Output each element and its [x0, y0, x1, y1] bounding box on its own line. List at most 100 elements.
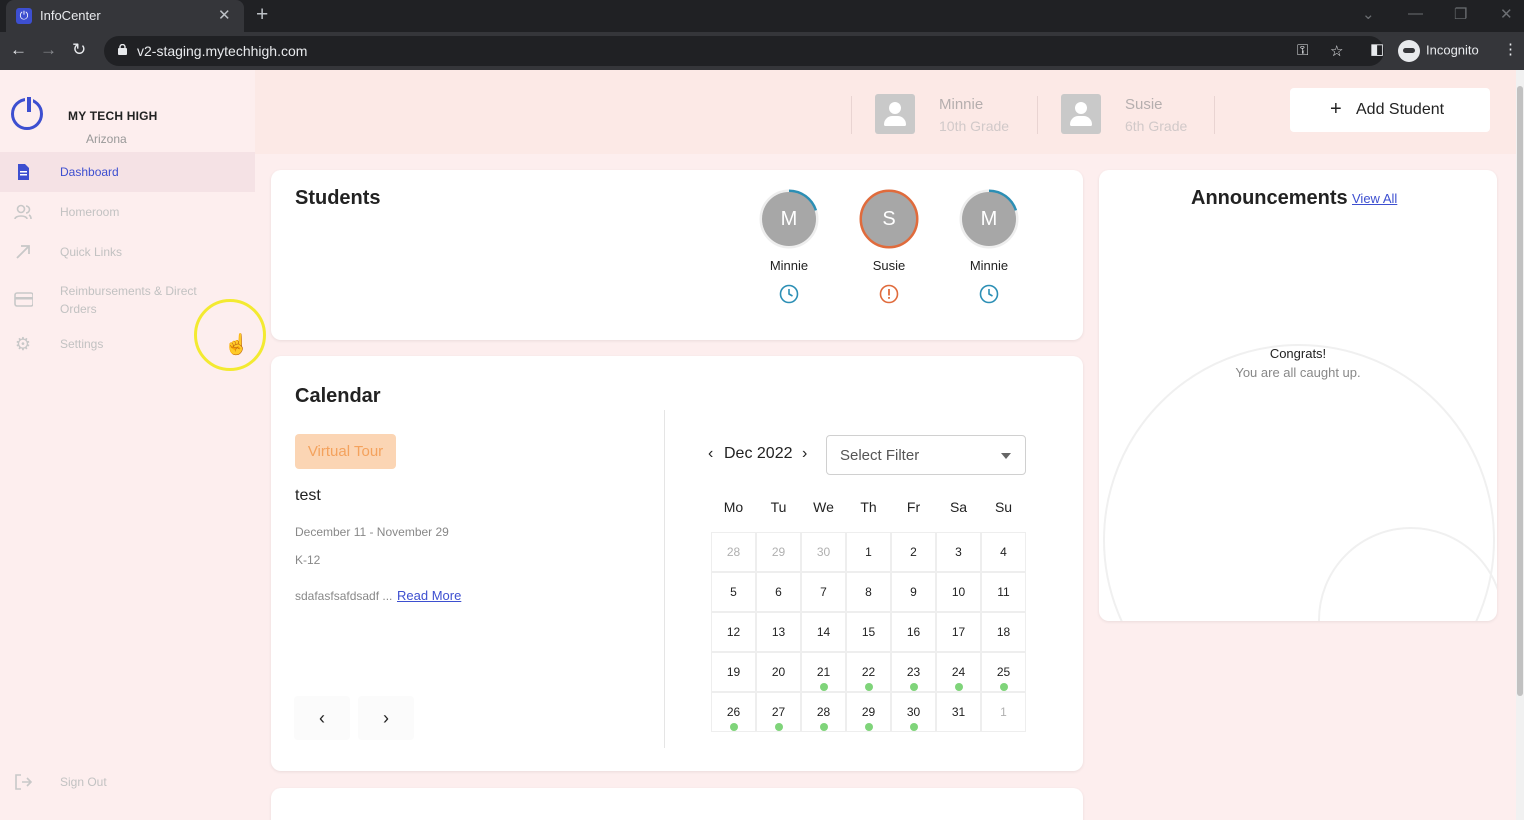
student-initial: M [762, 192, 816, 246]
calendar-day[interactable]: 2 [891, 532, 936, 572]
reload-icon[interactable]: ↻ [72, 40, 86, 60]
event-dot [865, 683, 873, 691]
student-avatar-icon[interactable] [1061, 94, 1101, 134]
header-student-name[interactable]: Susie [1125, 96, 1163, 113]
calendar-day[interactable]: 16 [891, 612, 936, 652]
calendar-day[interactable]: 5 [711, 572, 756, 612]
calendar-day[interactable]: 30 [801, 532, 846, 572]
calendar-day[interactable]: 9 [891, 572, 936, 612]
calendar-day[interactable]: 24 [936, 652, 981, 692]
power-logo-icon[interactable] [11, 95, 43, 130]
calendar-day[interactable]: 11 [981, 572, 1026, 612]
calendar-day[interactable]: 1 [846, 532, 891, 572]
calendar-day[interactable]: 20 [756, 652, 801, 692]
day-number: 13 [771, 625, 786, 639]
day-number: 14 [816, 625, 831, 639]
incognito-label: Incognito [1426, 42, 1479, 58]
sign-out-button[interactable]: Sign Out [0, 762, 255, 802]
calendar-divider [664, 410, 665, 748]
calendar-day[interactable]: 8 [846, 572, 891, 612]
incognito-indicator[interactable]: Incognito [1398, 40, 1479, 62]
back-icon[interactable]: ← [10, 40, 27, 60]
next-month-icon[interactable]: › [802, 445, 807, 463]
scrollbar-thumb[interactable] [1517, 86, 1523, 696]
sidebar-item-dashboard[interactable]: Dashboard [0, 152, 255, 192]
browser-toolbar: ← → ↻ v2-staging.mytechhigh.com ⚿ ☆ ◧ ⋮ [0, 32, 1524, 70]
next-event-button[interactable]: › [358, 696, 414, 740]
event-tag[interactable]: Virtual Tour [295, 434, 396, 469]
header-divider [851, 96, 852, 134]
calendar-day[interactable]: 23 [891, 652, 936, 692]
new-tab-button[interactable]: + [256, 3, 268, 27]
star-icon[interactable]: ☆ [1330, 42, 1343, 60]
event-excerpt: sdafasfsafdsadf ... [295, 589, 393, 603]
calendar-day[interactable]: 1 [981, 692, 1026, 732]
calendar-filter-select[interactable]: Select Filter [826, 435, 1026, 475]
forward-icon[interactable]: → [40, 40, 57, 60]
calendar-day[interactable]: 26 [711, 692, 756, 732]
sidebar-item-homeroom[interactable]: Homeroom [0, 192, 255, 232]
student-progress-avatar[interactable]: M [759, 189, 819, 249]
student-progress-avatar[interactable]: S [859, 189, 919, 249]
student-avatar-icon[interactable] [875, 94, 915, 134]
view-all-link[interactable]: View All [1352, 191, 1397, 206]
event-dot [1000, 683, 1008, 691]
day-number: 4 [1000, 545, 1007, 559]
gear-icon: ⚙ [14, 334, 32, 354]
student-initial: S [862, 192, 916, 246]
minimize-icon[interactable]: — [1408, 5, 1423, 22]
calendar-day[interactable]: 19 [711, 652, 756, 692]
add-student-button[interactable]: + Add Student [1290, 88, 1490, 132]
prev-event-button[interactable]: ‹ [294, 696, 350, 740]
calendar-day[interactable]: 10 [936, 572, 981, 612]
sidebar-item-quick-links[interactable]: Quick Links [0, 232, 255, 272]
browser-tab-bar: ⏻ InfoCenter ✕ + ⌄ — ❐ ✕ [0, 0, 1524, 32]
hand-cursor-icon: ☝ [224, 334, 249, 356]
url-text[interactable]: v2-staging.mytechhigh.com [137, 43, 307, 59]
student-progress-avatar[interactable]: M [959, 189, 1019, 249]
clock-icon [979, 284, 999, 304]
day-number: 3 [955, 545, 962, 559]
calendar-day[interactable]: 3 [936, 532, 981, 572]
calendar-day[interactable]: 29 [846, 692, 891, 732]
calendar-day[interactable]: 27 [756, 692, 801, 732]
calendar-day[interactable]: 7 [801, 572, 846, 612]
tab-search-icon[interactable]: ⌄ [1362, 5, 1375, 23]
calendar-day[interactable]: 4 [981, 532, 1026, 572]
student-name: Minnie [769, 258, 809, 273]
calendar-day[interactable]: 28 [711, 532, 756, 572]
day-number: 8 [865, 585, 872, 599]
event-dot [865, 723, 873, 731]
announcements-card [1099, 170, 1497, 621]
calendar-day[interactable]: 13 [756, 612, 801, 652]
calendar-day[interactable]: 30 [891, 692, 936, 732]
calendar-day[interactable]: 25 [981, 652, 1026, 692]
sidebar-item-label: Dashboard [60, 165, 119, 179]
calendar-day[interactable]: 31 [936, 692, 981, 732]
calendar-day[interactable]: 21 [801, 652, 846, 692]
calendar-day[interactable]: 18 [981, 612, 1026, 652]
prev-month-icon[interactable]: ‹ [708, 445, 713, 463]
read-more-link[interactable]: Read More [397, 588, 461, 603]
browser-tab[interactable]: ⏻ InfoCenter ✕ [6, 0, 244, 32]
header-student-name[interactable]: Minnie [939, 96, 983, 113]
key-icon[interactable]: ⚿ [1297, 42, 1308, 59]
calendar-day[interactable]: 12 [711, 612, 756, 652]
calendar-day[interactable]: 22 [846, 652, 891, 692]
restore-icon[interactable]: ❐ [1454, 5, 1467, 23]
site-favicon-icon: ⏻ [16, 8, 32, 24]
calendar-day[interactable]: 14 [801, 612, 846, 652]
calendar-day[interactable]: 15 [846, 612, 891, 652]
event-dot [820, 723, 828, 731]
side-panel-icon[interactable]: ◧ [1370, 40, 1384, 58]
close-window-icon[interactable]: ✕ [1500, 5, 1513, 23]
tab-close-icon[interactable]: ✕ [218, 6, 231, 24]
address-bar[interactable]: v2-staging.mytechhigh.com ⚿ ☆ [104, 36, 1384, 66]
incognito-icon [1398, 40, 1420, 62]
calendar-day[interactable]: 17 [936, 612, 981, 652]
weekday-label: Su [994, 499, 1013, 515]
calendar-day[interactable]: 28 [801, 692, 846, 732]
more-menu-icon[interactable]: ⋮ [1503, 40, 1518, 58]
calendar-day[interactable]: 6 [756, 572, 801, 612]
calendar-day[interactable]: 29 [756, 532, 801, 572]
